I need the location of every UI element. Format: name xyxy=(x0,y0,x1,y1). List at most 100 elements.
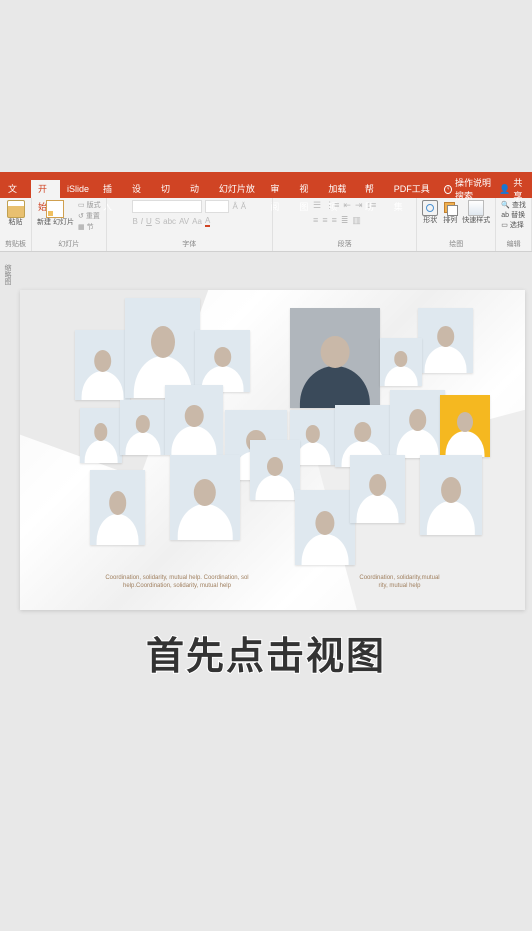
quickstyles-icon xyxy=(468,200,484,216)
clipboard-group-label: 剪贴板 xyxy=(5,239,26,251)
clipboard-icon xyxy=(7,200,25,218)
align-left-button[interactable]: ≡ xyxy=(313,215,318,226)
tab-design[interactable]: 设计 xyxy=(125,180,154,198)
italic-button[interactable]: I xyxy=(141,217,143,226)
paste-label: 粘贴 xyxy=(9,219,23,227)
shadow-button[interactable]: abc xyxy=(163,217,176,226)
photo-7[interactable] xyxy=(80,408,122,463)
indent-inc-button[interactable]: ⇥ xyxy=(355,200,363,211)
indent-dec-button[interactable]: ⇤ xyxy=(343,200,351,211)
slide-canvas[interactable]: Coordination, solidarity, mutual help. C… xyxy=(20,290,525,610)
workspace: 缩略图 ↖ Coordin xyxy=(0,252,532,672)
new-slide-button[interactable]: 新建 幻灯片 xyxy=(37,200,74,227)
reset-button[interactable]: ↺重置 xyxy=(78,211,101,221)
select-button[interactable]: ▭选择 xyxy=(501,220,526,230)
paragraph-group-label: 段落 xyxy=(338,239,352,251)
font-family-select[interactable] xyxy=(132,200,202,213)
tab-transitions[interactable]: 切换 xyxy=(154,180,183,198)
justify-button[interactable]: ≣ xyxy=(341,215,349,226)
case-button[interactable]: Aa xyxy=(192,217,202,226)
photo-18[interactable] xyxy=(295,490,355,565)
shrink-font-icon[interactable]: Ǎ xyxy=(241,202,246,211)
font-group-label: 字体 xyxy=(182,239,196,251)
align-center-button[interactable]: ≡ xyxy=(322,215,327,226)
numbering-button[interactable]: ⋮≡ xyxy=(325,200,339,211)
font-size-select[interactable] xyxy=(205,200,229,213)
grow-font-icon[interactable]: Â xyxy=(232,202,237,211)
search-icon: 🔍 xyxy=(501,201,510,209)
signin-icon[interactable]: 👤 xyxy=(499,184,510,195)
layout-button[interactable]: ▭版式 xyxy=(78,200,101,210)
tab-file[interactable]: 文件 xyxy=(0,180,31,198)
find-button[interactable]: 🔍查找 xyxy=(501,200,526,210)
photo-8[interactable] xyxy=(120,400,165,455)
quickstyles-button[interactable]: 快速样式 xyxy=(462,200,490,225)
photo-6[interactable] xyxy=(380,338,422,386)
slides-stack: ▭版式 ↺重置 ▦节 xyxy=(78,200,101,232)
editing-group-label: 编辑 xyxy=(507,239,521,251)
video-subtitle: 首先点击视图 xyxy=(0,625,532,680)
underline-button[interactable]: U xyxy=(146,217,152,226)
photo-16[interactable] xyxy=(170,455,240,540)
para-row-1: ☰ ⋮≡ ⇤ ⇥ ↕≡ xyxy=(313,200,376,211)
group-editing: 🔍查找 ab替换 ▭选择 编辑 xyxy=(496,198,532,251)
drawing-group-label: 绘图 xyxy=(449,239,463,251)
photo-17[interactable] xyxy=(250,440,300,500)
photo-14[interactable] xyxy=(440,395,490,457)
photo-2[interactable] xyxy=(125,298,200,398)
bulb-icon: ♀ xyxy=(444,185,452,194)
group-drawing: 形状 排列 快速样式 绘图 xyxy=(417,198,496,251)
paste-button[interactable]: 粘贴 xyxy=(7,200,25,227)
shapes-button[interactable]: 形状 xyxy=(422,200,438,225)
shapes-icon xyxy=(422,200,438,216)
select-icon: ▭ xyxy=(501,221,508,229)
new-slide-icon xyxy=(46,200,64,218)
ribbon-content: 粘贴 剪贴板 新建 幻灯片 ▭版式 ↺重置 ▦节 幻灯片 xyxy=(0,198,532,252)
columns-button[interactable]: ▥ xyxy=(352,215,361,226)
align-right-button[interactable]: ≡ xyxy=(332,215,337,226)
tab-home[interactable]: 开始 xyxy=(31,180,60,198)
group-clipboard: 粘贴 剪贴板 xyxy=(0,198,32,251)
bullets-button[interactable]: ☰ xyxy=(313,200,321,211)
photo-20[interactable] xyxy=(420,455,482,535)
powerpoint-window: 文件 开始 iSlide 插入 设计 切换 动画 幻灯片放映 审阅 视图 加载项… xyxy=(0,172,532,672)
font-color-button[interactable]: A xyxy=(205,216,210,227)
caption-left: Coordination, solidarity, mutual help. C… xyxy=(105,574,248,590)
para-row-2: ≡ ≡ ≡ ≣ ▥ xyxy=(313,215,361,226)
arrange-button[interactable]: 排列 xyxy=(442,200,458,225)
tab-pdf[interactable]: PDF工具集 xyxy=(387,180,438,198)
replace-icon: ab xyxy=(501,212,509,219)
new-slide-label: 新建 幻灯片 xyxy=(37,219,74,227)
photo-1[interactable] xyxy=(75,330,130,400)
thumbnails-tab[interactable]: 缩略图 xyxy=(2,264,12,285)
ribbon-tabs: 文件 开始 iSlide 插入 设计 切换 动画 幻灯片放映 审阅 视图 加载项… xyxy=(0,180,532,198)
font-row-2: B I U S abc AV Aa A xyxy=(132,216,210,227)
tab-animations[interactable]: 动画 xyxy=(183,180,212,198)
group-slides: 新建 幻灯片 ▭版式 ↺重置 ▦节 幻灯片 xyxy=(32,198,107,251)
photo-13[interactable] xyxy=(390,390,445,458)
bold-button[interactable]: B xyxy=(132,217,137,226)
replace-button[interactable]: ab替换 xyxy=(501,210,526,220)
arrange-icon xyxy=(442,200,458,216)
section-button[interactable]: ▦节 xyxy=(78,222,101,232)
spacing-button[interactable]: AV xyxy=(179,217,189,226)
photo-4[interactable] xyxy=(290,308,380,408)
photo-9[interactable] xyxy=(165,385,223,455)
photo-5[interactable] xyxy=(418,308,473,373)
tab-slideshow[interactable]: 幻灯片放映 xyxy=(212,180,263,198)
caption-right: Coordination, solidarity,mutual rity, mu… xyxy=(359,574,439,590)
photo-15[interactable] xyxy=(90,470,145,545)
tab-help[interactable]: 帮助 xyxy=(358,180,387,198)
strike-button[interactable]: S xyxy=(155,217,160,226)
tab-addins[interactable]: 加载项 xyxy=(321,180,357,198)
tab-view[interactable]: 视图 xyxy=(292,180,321,198)
tab-review[interactable]: 审阅 xyxy=(263,180,292,198)
slides-group-label: 幻灯片 xyxy=(58,239,79,251)
photo-19[interactable] xyxy=(350,455,405,523)
tab-insert[interactable]: 插入 xyxy=(96,180,125,198)
group-paragraph: ☰ ⋮≡ ⇤ ⇥ ↕≡ ≡ ≡ ≡ ≣ ▥ 段落 xyxy=(273,198,417,251)
tab-islide[interactable]: iSlide xyxy=(60,180,96,198)
slide-captions: Coordination, solidarity, mutual help. C… xyxy=(20,574,525,590)
line-spacing-button[interactable]: ↕≡ xyxy=(366,200,376,211)
photo-3[interactable] xyxy=(195,330,250,392)
